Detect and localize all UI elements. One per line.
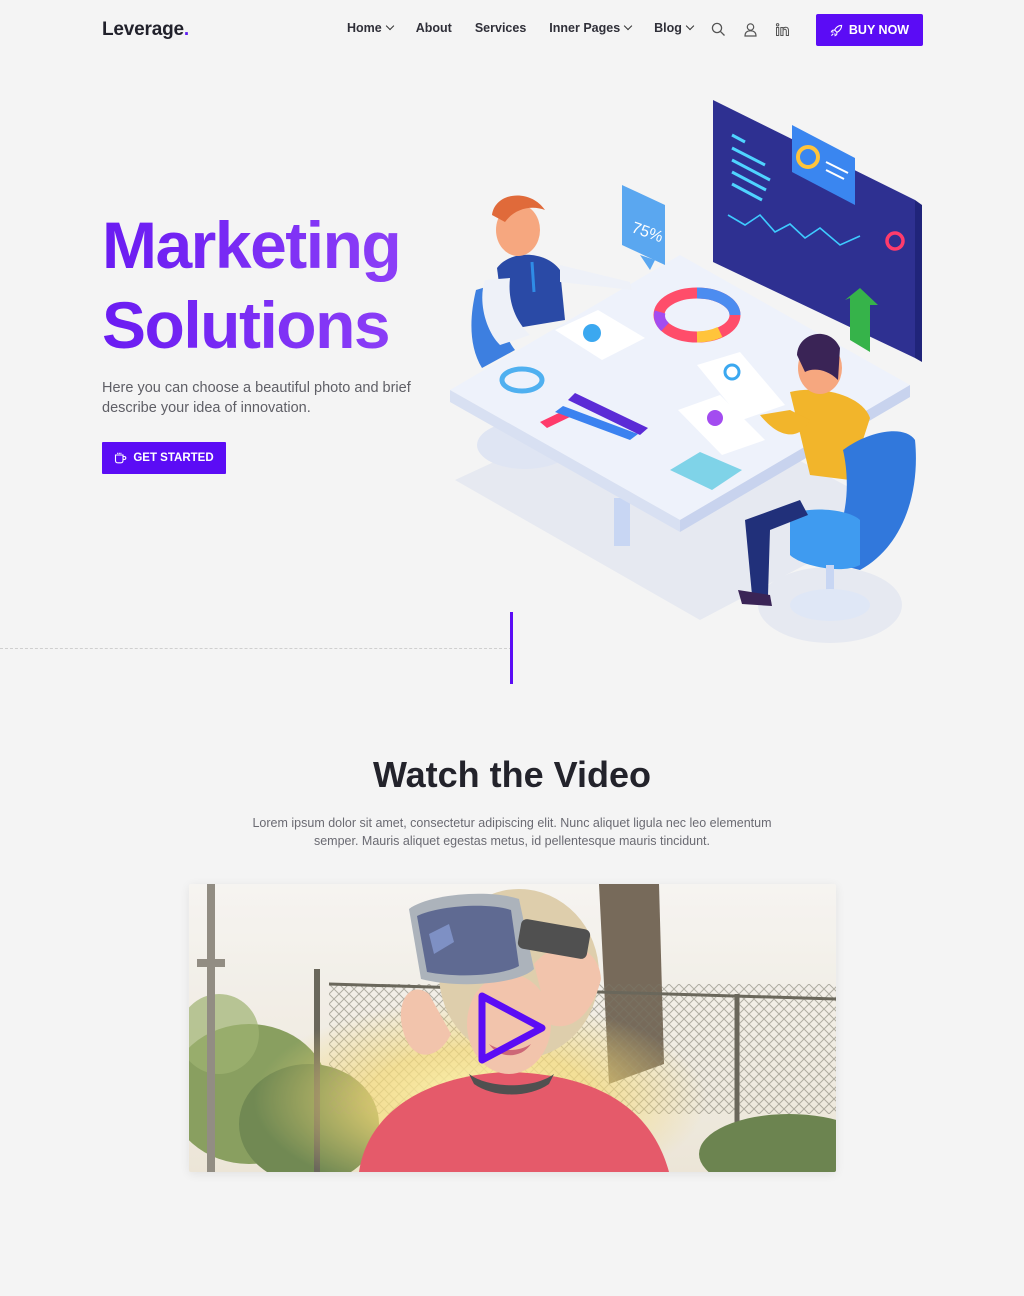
- coffee-cup-icon: [115, 452, 127, 464]
- logo-text: Leverage: [102, 19, 184, 40]
- buy-now-label: BUY NOW: [848, 23, 910, 37]
- section-divider: [510, 612, 513, 684]
- get-started-button[interactable]: GET STARTED: [102, 442, 226, 474]
- logo[interactable]: Leverage.: [102, 19, 189, 41]
- nav-label: Home: [347, 21, 382, 35]
- chevron-down-icon: [623, 21, 633, 31]
- nav-item-home[interactable]: Home: [347, 21, 394, 35]
- nav-item-inner-pages[interactable]: Inner Pages: [549, 21, 633, 35]
- nav-label: About: [415, 21, 452, 35]
- user-icon[interactable]: [743, 22, 758, 37]
- buy-now-button[interactable]: BUY NOW: [816, 14, 923, 46]
- search-icon[interactable]: [711, 22, 726, 37]
- hero-title-line-1: Marketing: [102, 208, 401, 282]
- nav-item-blog[interactable]: Blog: [654, 21, 695, 35]
- linkedin-icon[interactable]: [775, 22, 790, 37]
- nav-label: Inner Pages: [549, 21, 621, 35]
- hero-title: Marketing Solutions: [102, 205, 400, 365]
- hero-description: Here you can choose a beautiful photo an…: [102, 380, 411, 416]
- site-header: Leverage. Home About Services Inner Page…: [0, 0, 1024, 62]
- main-nav: Home About Services Inner Pages Blog: [347, 21, 716, 35]
- nav-item-about[interactable]: About: [416, 21, 452, 35]
- chevron-down-icon: [385, 21, 394, 31]
- chevron-down-icon: [685, 21, 695, 31]
- nav-label: Services: [474, 21, 527, 35]
- header-icons: [711, 22, 790, 37]
- get-started-label: GET STARTED: [133, 452, 214, 464]
- hero-title-line-2: Solutions: [102, 288, 390, 362]
- video-section-description: Lorem ipsum dolor sit amet, consectetur …: [252, 816, 772, 848]
- rocket-icon: [830, 24, 843, 36]
- nav-label: Blog: [654, 21, 682, 35]
- video-section-title: Watch the Video: [372, 754, 652, 795]
- hero-illustration: 75%: [450, 100, 922, 643]
- nav-item-services[interactable]: Services: [475, 21, 526, 35]
- section-dashed-line: [0, 648, 512, 649]
- play-icon[interactable]: [470, 988, 550, 1068]
- logo-dot: .: [183, 19, 189, 40]
